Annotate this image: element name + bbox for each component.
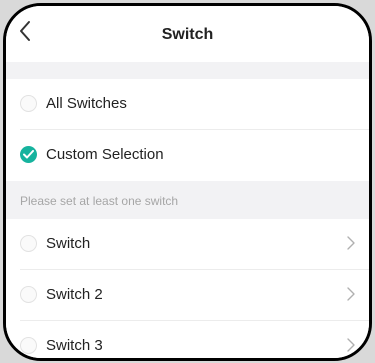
switch-label: Switch xyxy=(46,235,91,252)
radio-unchecked-icon[interactable] xyxy=(20,95,37,112)
section-spacer xyxy=(6,62,369,79)
chevron-right-icon xyxy=(347,287,355,301)
option-all-switches[interactable]: All Switches xyxy=(6,79,369,129)
option-custom-selection[interactable]: Custom Selection xyxy=(6,130,369,180)
chevron-right-icon xyxy=(347,338,355,352)
radio-unchecked-icon[interactable] xyxy=(20,337,37,354)
switch-label: Switch 3 xyxy=(46,337,103,354)
hint-text: Please set at least one switch xyxy=(20,194,179,208)
page-title: Switch xyxy=(161,26,214,43)
checkmark-icon xyxy=(23,150,34,159)
phone-frame: Switch All Switches Custom Selection Ple… xyxy=(3,3,372,361)
radio-checked-icon[interactable] xyxy=(20,146,37,163)
option-label: All Switches xyxy=(46,95,127,112)
switch-item[interactable]: Switch 2 xyxy=(6,270,369,320)
radio-unchecked-icon[interactable] xyxy=(20,235,37,252)
switch-item[interactable]: Switch xyxy=(6,219,369,269)
option-label: Custom Selection xyxy=(46,146,164,163)
switch-item[interactable]: Switch 3 xyxy=(6,321,369,358)
chevron-right-icon xyxy=(347,236,355,250)
hint-bar: Please set at least one switch xyxy=(6,181,369,219)
radio-unchecked-icon[interactable] xyxy=(20,286,37,303)
header: Switch xyxy=(6,6,369,62)
switch-label: Switch 2 xyxy=(46,286,103,303)
